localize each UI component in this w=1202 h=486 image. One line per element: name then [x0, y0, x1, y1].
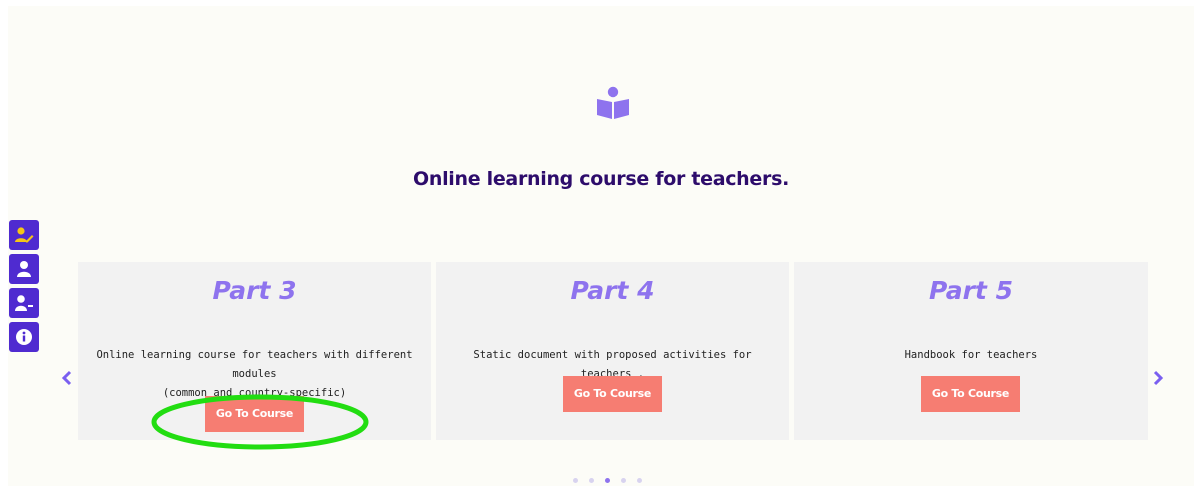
- user-edit-button[interactable]: [9, 220, 39, 250]
- card-description-line: Online learning course for teachers with…: [96, 349, 413, 380]
- user-profile-button[interactable]: [9, 254, 39, 284]
- user-minus-icon: [15, 295, 33, 311]
- user-remove-button[interactable]: [9, 288, 39, 318]
- pager-dot[interactable]: [621, 478, 626, 483]
- pager-dot[interactable]: [637, 478, 642, 483]
- carousel-pager: [573, 478, 642, 483]
- info-button[interactable]: [9, 322, 39, 352]
- card-title: Part 4: [570, 276, 655, 305]
- reading-person-icon: [597, 86, 629, 119]
- card-title: Part 5: [929, 276, 1013, 305]
- pager-dot-active[interactable]: [605, 478, 610, 483]
- go-to-course-button[interactable]: Go To Course: [205, 396, 304, 432]
- side-toolbar: [9, 220, 39, 356]
- card-description-line: Handbook for teachers: [904, 349, 1038, 361]
- page-title: Online learning course for teachers.: [413, 168, 789, 190]
- pager-dot[interactable]: [573, 478, 578, 483]
- user-icon: [17, 261, 31, 277]
- course-card-part-4: Part 4 Static document with proposed act…: [436, 262, 789, 440]
- go-to-course-button[interactable]: Go To Course: [563, 376, 662, 412]
- pager-dot[interactable]: [589, 478, 594, 483]
- chevron-right-icon[interactable]: [1150, 368, 1166, 388]
- card-title: Part 3: [212, 276, 297, 305]
- go-to-course-button[interactable]: Go To Course: [921, 376, 1020, 412]
- chevron-left-icon[interactable]: [59, 368, 75, 388]
- user-edit-icon: [15, 227, 34, 243]
- card-description: Online learning course for teachers with…: [92, 346, 417, 403]
- course-card-part-5: Part 5 Handbook for teachers Go To Cours…: [794, 262, 1148, 440]
- course-card-part-3: Part 3 Online learning course for teache…: [78, 262, 431, 440]
- card-description: Handbook for teachers: [808, 346, 1134, 365]
- info-icon: [16, 329, 32, 345]
